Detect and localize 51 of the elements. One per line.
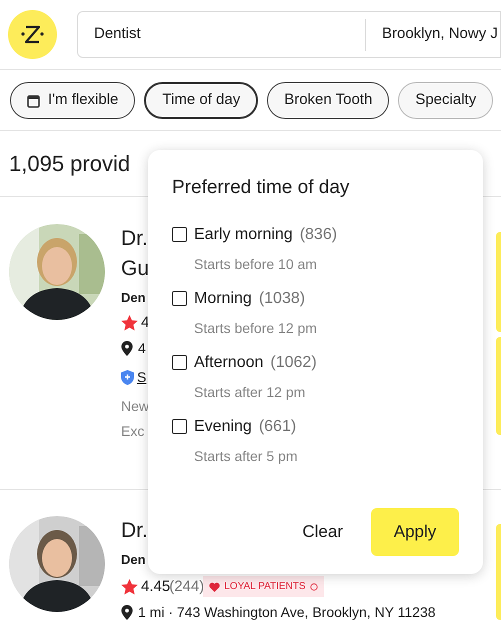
checkbox[interactable] — [172, 227, 187, 242]
apply-button[interactable]: Apply — [371, 508, 459, 556]
distance-address: 4 — [138, 339, 146, 358]
checkbox[interactable] — [172, 419, 187, 434]
location-field[interactable]: Brooklyn, Nowy J — [366, 23, 498, 46]
provider-name: Dr. — [121, 518, 148, 544]
checkbox[interactable] — [172, 355, 187, 370]
rating-value: 4 — [141, 312, 150, 332]
option-count: (1038) — [258, 288, 306, 308]
search-query[interactable]: Dentist — [78, 18, 366, 50]
time-option[interactable]: Early morning (836) — [172, 222, 459, 246]
provider-name: Dr. — [121, 226, 148, 252]
provider-name: Gu — [121, 256, 150, 282]
option-count: (836) — [300, 224, 338, 244]
logo-icon[interactable] — [8, 10, 57, 59]
filter-chip[interactable]: Broken Tooth — [267, 82, 390, 119]
option-count: (661) — [258, 416, 296, 436]
insurance-link[interactable]: S — [137, 367, 148, 388]
option-label: Afternoon — [194, 352, 264, 372]
provider-specialty: Den — [121, 551, 146, 569]
time-option[interactable]: Morning (1038) — [172, 286, 459, 310]
distance-address: 1 mi · 743 Washington Ave, Brooklyn, NY 11238 — [138, 603, 436, 620]
time-option[interactable]: Afternoon (1062) — [172, 350, 459, 374]
option-label: Morning — [194, 288, 252, 308]
provider-note: Exc — [121, 422, 144, 441]
star-icon — [121, 314, 138, 331]
popover-title: Preferred time of day — [172, 176, 350, 200]
clear-button[interactable]: Clear — [302, 519, 343, 545]
review-count: (244) — [169, 576, 204, 596]
filter-chip[interactable]: Time of day — [144, 82, 258, 119]
results-count: 1,095 provid — [9, 150, 130, 178]
provider-specialty: Den — [121, 289, 146, 307]
filter-chip[interactable]: I'm flexible — [10, 82, 136, 119]
option-hint: Starts before 10 am — [193, 254, 318, 274]
option-count: (1062) — [270, 352, 317, 372]
loyal-patients-badge: LOYAL PATIENTS — [203, 576, 324, 598]
rating-value: 4.45 — [141, 576, 170, 596]
option-hint: Starts after 5 pm — [193, 446, 298, 466]
checkbox[interactable] — [172, 291, 187, 306]
option-label: Early morning — [194, 224, 293, 244]
option-hint: Starts after 12 pm — [193, 382, 306, 402]
time-option[interactable]: Evening (661) — [172, 414, 459, 438]
provider-note: New — [121, 397, 150, 416]
option-hint: Starts before 12 pm — [193, 318, 318, 338]
star-icon — [121, 578, 138, 595]
option-label: Evening — [194, 416, 252, 436]
calendar-icon — [27, 94, 40, 108]
heart-icon — [209, 582, 220, 592]
filter-chip[interactable]: Specialty — [398, 82, 494, 119]
location-pin-icon — [121, 341, 133, 356]
shield-icon — [121, 370, 134, 385]
